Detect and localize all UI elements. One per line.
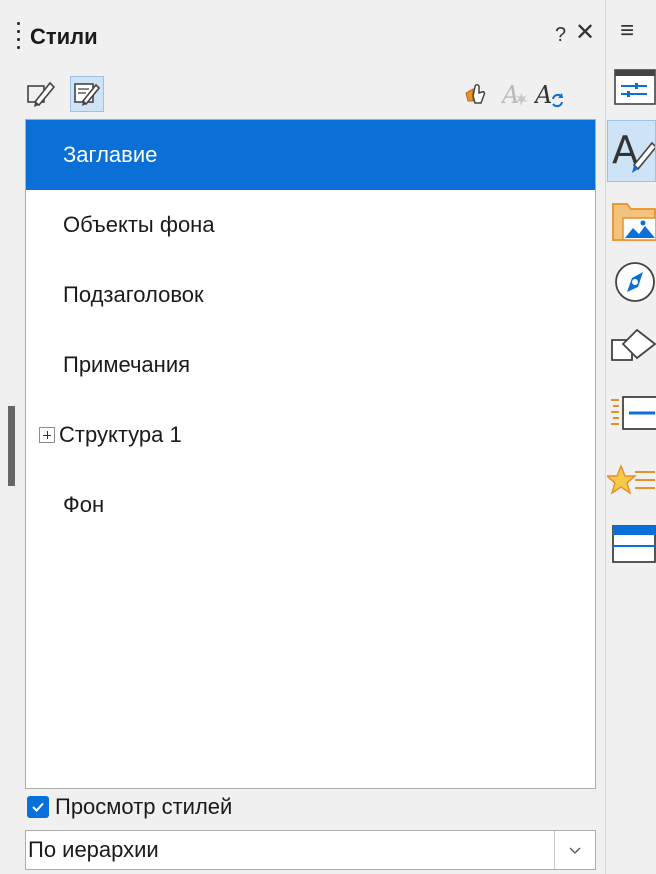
styles-list[interactable]: Заглавие Объекты фона Подзаголовок Приме… (25, 119, 596, 789)
animation-icon[interactable] (607, 458, 656, 506)
style-filter-value: По иерархии (28, 837, 159, 862)
style-filter-select[interactable]: По иерархии (25, 830, 596, 870)
new-style-from-selection-icon: A (500, 76, 534, 112)
preview-styles-checkbox[interactable] (27, 796, 49, 818)
chevron-down-icon[interactable] (554, 831, 595, 869)
expand-plus-icon[interactable] (39, 427, 55, 443)
style-item-label: Фон (63, 492, 105, 517)
svg-text:A: A (534, 81, 552, 109)
navigator-icon[interactable] (607, 258, 656, 306)
shapes-icon[interactable] (607, 322, 656, 370)
drawing-styles-icon[interactable] (70, 76, 104, 112)
properties-icon[interactable] (607, 68, 656, 108)
preview-styles-label: Просмотр стилей (55, 794, 233, 819)
style-item-label: Объекты фона (63, 212, 215, 237)
style-item-background-objects[interactable]: Объекты фона (26, 190, 595, 260)
sidebar-collapse-handle[interactable] (8, 406, 15, 486)
checkmark-icon (32, 802, 44, 812)
slide-transition-icon[interactable] (607, 392, 656, 440)
svg-text:A: A (501, 81, 519, 109)
style-item-label: Примечания (63, 352, 191, 377)
style-item-label: Подзаголовок (63, 282, 204, 307)
style-item-zaglavie[interactable]: Заглавие (26, 120, 595, 190)
style-item-notes[interactable]: Примечания (26, 330, 595, 400)
help-button[interactable]: ? (555, 24, 566, 47)
master-slides-icon[interactable] (607, 520, 656, 568)
presentation-styles-icon[interactable] (24, 76, 58, 112)
update-style-icon[interactable]: A (533, 76, 567, 112)
fill-format-mode-icon[interactable] (460, 76, 494, 112)
style-item-label: Заглавие (63, 142, 158, 167)
close-button[interactable]: ✕ (575, 21, 595, 45)
style-item-label: Структура 1 (59, 422, 182, 447)
drag-grip-icon[interactable] (17, 22, 21, 58)
style-item-outline-1[interactable]: Структура 1 (26, 400, 595, 470)
styles-icon[interactable]: A (607, 120, 656, 182)
gallery-icon[interactable] (607, 196, 656, 244)
sidebar-divider (605, 0, 606, 874)
style-item-subtitle[interactable]: Подзаголовок (26, 260, 595, 330)
sidebar-menu-button[interactable]: ≡ (620, 19, 634, 43)
preview-styles-checkbox-row[interactable]: Просмотр стилей (27, 793, 232, 821)
style-item-background[interactable]: Фон (26, 470, 595, 540)
panel-title: Стили (30, 24, 98, 49)
